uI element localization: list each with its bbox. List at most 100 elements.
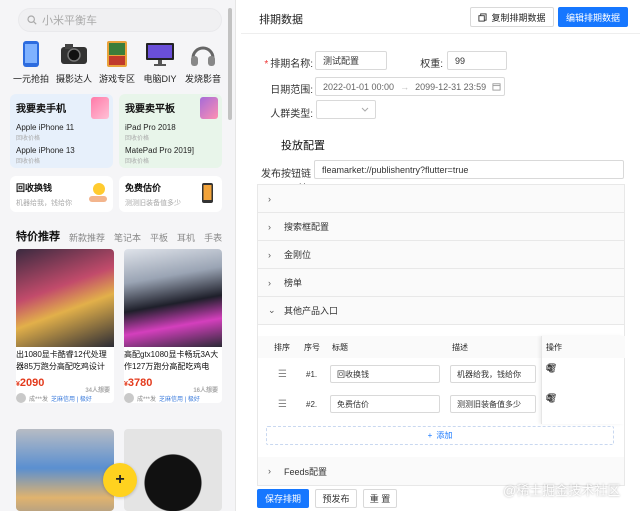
chevron-right-icon: ›	[268, 466, 271, 476]
product-name: 高配gtx1080显卡畅玩3A大作127万跑分高配吃鸡电	[124, 350, 219, 371]
camera-icon	[57, 40, 91, 68]
collapse-item-other-products[interactable]: ⌄ 其他产品入口	[258, 297, 624, 325]
row-desc-input[interactable]: 测测旧装备值多少	[450, 395, 536, 413]
plus-icon: +	[427, 431, 433, 440]
watermark: @稀土掘金技术社区	[503, 483, 621, 498]
drag-handle-icon[interactable]: ☰	[278, 369, 287, 380]
tab-laptop[interactable]: 笔记本	[114, 231, 141, 244]
product-want: 34人想要	[85, 388, 110, 394]
product-card[interactable]: 出1080显卡酷睿12代处理器85万跑分高配吃鸡设计 ¥2090 34人想要 成*…	[16, 249, 114, 403]
row-title-input[interactable]: 免费估价	[330, 395, 440, 413]
date-start: 2022-01-01 00:00	[323, 81, 395, 92]
copy-icon	[478, 12, 488, 22]
sell-phone-item-sub: 回收价格	[16, 136, 41, 142]
tab-earphone[interactable]: 耳机	[177, 231, 195, 244]
name-label: * 排期名称:	[264, 59, 313, 70]
phone-estimate-icon	[202, 183, 213, 203]
scrollbar[interactable]	[228, 8, 232, 120]
tab-new[interactable]: 新款推荐	[69, 231, 105, 244]
product-card[interactable]	[16, 429, 114, 511]
copy-schedule-button[interactable]: 复制排期数据	[470, 7, 554, 27]
reset-button[interactable]: 重 置	[363, 489, 397, 508]
sell-tablet-item: iPad Pro 2018	[125, 123, 176, 132]
recycle-card[interactable]: 回收换钱 机器给我，钱给你	[10, 176, 113, 212]
weight-label: 权重:	[420, 59, 443, 70]
product-price: ¥3780 16人想要	[124, 377, 218, 394]
collapse-item[interactable]: ›	[258, 185, 624, 213]
sell-phone-card[interactable]: 我要卖手机 Apple iPhone 11 回收价格 Apple iPhone …	[10, 94, 113, 168]
sell-tablet-item: MatePad Pro 2019]	[125, 146, 194, 155]
category-tabs: 特价推荐 新款推荐 笔记本 平板 耳机 手表	[16, 222, 228, 244]
name-input[interactable]: 测试配置	[315, 51, 387, 70]
row-index: #1.	[306, 370, 318, 379]
weight-input[interactable]: 99	[447, 51, 507, 70]
tab-watch[interactable]: 手表	[204, 231, 222, 244]
avatar	[16, 393, 26, 403]
crowd-select[interactable]	[316, 100, 376, 119]
collapse-item-search[interactable]: › 搜索框配置	[258, 213, 624, 241]
collapse-item-kingkong[interactable]: › 金刚位	[258, 241, 624, 269]
action-column-shadow	[541, 336, 624, 424]
tab-tablet[interactable]: 平板	[150, 231, 168, 244]
phone-thumbnail	[91, 97, 109, 119]
date-end: 2099-12-31 23:59	[415, 81, 487, 92]
category-item[interactable]: 电脑DIY	[139, 40, 181, 85]
chevron-down-icon	[361, 107, 369, 112]
product-name: 出1080显卡酷睿12代处理器85万跑分高配吃鸡设计	[16, 350, 107, 371]
search-icon	[27, 15, 37, 25]
row-title-input[interactable]: 回收换钱	[330, 365, 440, 383]
category-item[interactable]: 摄影达人	[53, 40, 95, 85]
sell-tablet-item-sub: 回收价格	[125, 159, 150, 165]
coin-hand-icon	[89, 183, 107, 202]
tab-special[interactable]: 特价推荐	[16, 228, 60, 244]
collapse-item-ranking[interactable]: › 榜单	[258, 269, 624, 297]
sell-tablet-card[interactable]: 我要卖平板 iPad Pro 2018 回收价格 MatePad Pro 201…	[119, 94, 222, 168]
product-image	[16, 429, 114, 511]
edit-schedule-button[interactable]: 编辑排期数据	[558, 7, 628, 27]
prepublish-button[interactable]: 预发布	[315, 489, 357, 508]
sell-tablet-item-sub: 回收价格	[125, 136, 150, 142]
avatar	[124, 393, 134, 403]
sell-phone-item-sub: 回收价格	[16, 159, 41, 165]
panel-title: 排期数据	[259, 14, 303, 26]
row-desc-input[interactable]: 机器给我，钱给你	[450, 365, 536, 383]
category-item[interactable]: 游戏专区	[96, 40, 138, 85]
chevron-down-icon: ⌄	[268, 305, 276, 315]
chevron-right-icon: ›	[268, 221, 271, 232]
product-image	[124, 429, 222, 511]
add-row-button[interactable]: + 添加	[266, 426, 614, 445]
product-image	[124, 249, 222, 347]
product-image	[16, 249, 114, 347]
phone-icon	[14, 40, 48, 68]
config-panel: 排期数据 复制排期数据 编辑排期数据 * 排期名称: 测试配置 权重: 99 日期…	[241, 0, 640, 511]
product-seller: 成***发 芝麻信用 | 极好	[124, 393, 222, 403]
service-cards: 回收换钱 机器给我，钱给你 免费估价 测测旧装备值多少	[10, 176, 222, 212]
category-item[interactable]: 一元抢拍	[10, 40, 52, 85]
game-icon	[100, 40, 134, 68]
publish-link-input[interactable]: fleamarket://publishentry?flutter=true	[314, 160, 624, 179]
sell-cards: 我要卖手机 Apple iPhone 11 回收价格 Apple iPhone …	[10, 94, 222, 168]
chevron-right-icon: ›	[268, 277, 271, 288]
crowd-label: 人群类型:	[270, 109, 313, 120]
search-placeholder: 小米平衡车	[42, 15, 97, 27]
category-item[interactable]: 发烧影音	[182, 40, 224, 85]
estimate-card[interactable]: 免费估价 测测旧装备值多少	[119, 176, 222, 212]
add-fab-button[interactable]: +	[103, 463, 137, 497]
section-title: 投放配置	[281, 140, 325, 152]
search-bar[interactable]: 小米平衡车	[18, 8, 222, 32]
date-label: 日期范围:	[270, 85, 313, 96]
save-schedule-button[interactable]: 保存排期	[257, 489, 309, 508]
sell-phone-item: Apple iPhone 11	[16, 123, 75, 132]
product-seller: 成***发 芝麻信用 | 极好	[16, 393, 114, 403]
product-want: 16人想要	[193, 388, 218, 394]
calendar-icon	[492, 83, 501, 91]
drag-handle-icon[interactable]: ☰	[278, 399, 287, 410]
product-price: ¥2090 34人想要	[16, 377, 110, 394]
date-range-picker[interactable]: 2022-01-01 00:00 → 2099-12-31 23:59	[315, 77, 505, 96]
product-card[interactable]: 高配gtx1080显卡畅玩3A大作127万跑分高配吃鸡电 ¥3780 16人想要 …	[124, 249, 222, 403]
chevron-right-icon: ›	[268, 193, 271, 204]
app-root: 小米平衡车 一元抢拍 摄影达人 游戏专区 电脑DIY 发烧影音 我要卖手机 Ap…	[0, 0, 640, 511]
headphones-icon	[186, 40, 220, 68]
product-card[interactable]	[124, 429, 222, 511]
monitor-icon	[143, 40, 177, 68]
